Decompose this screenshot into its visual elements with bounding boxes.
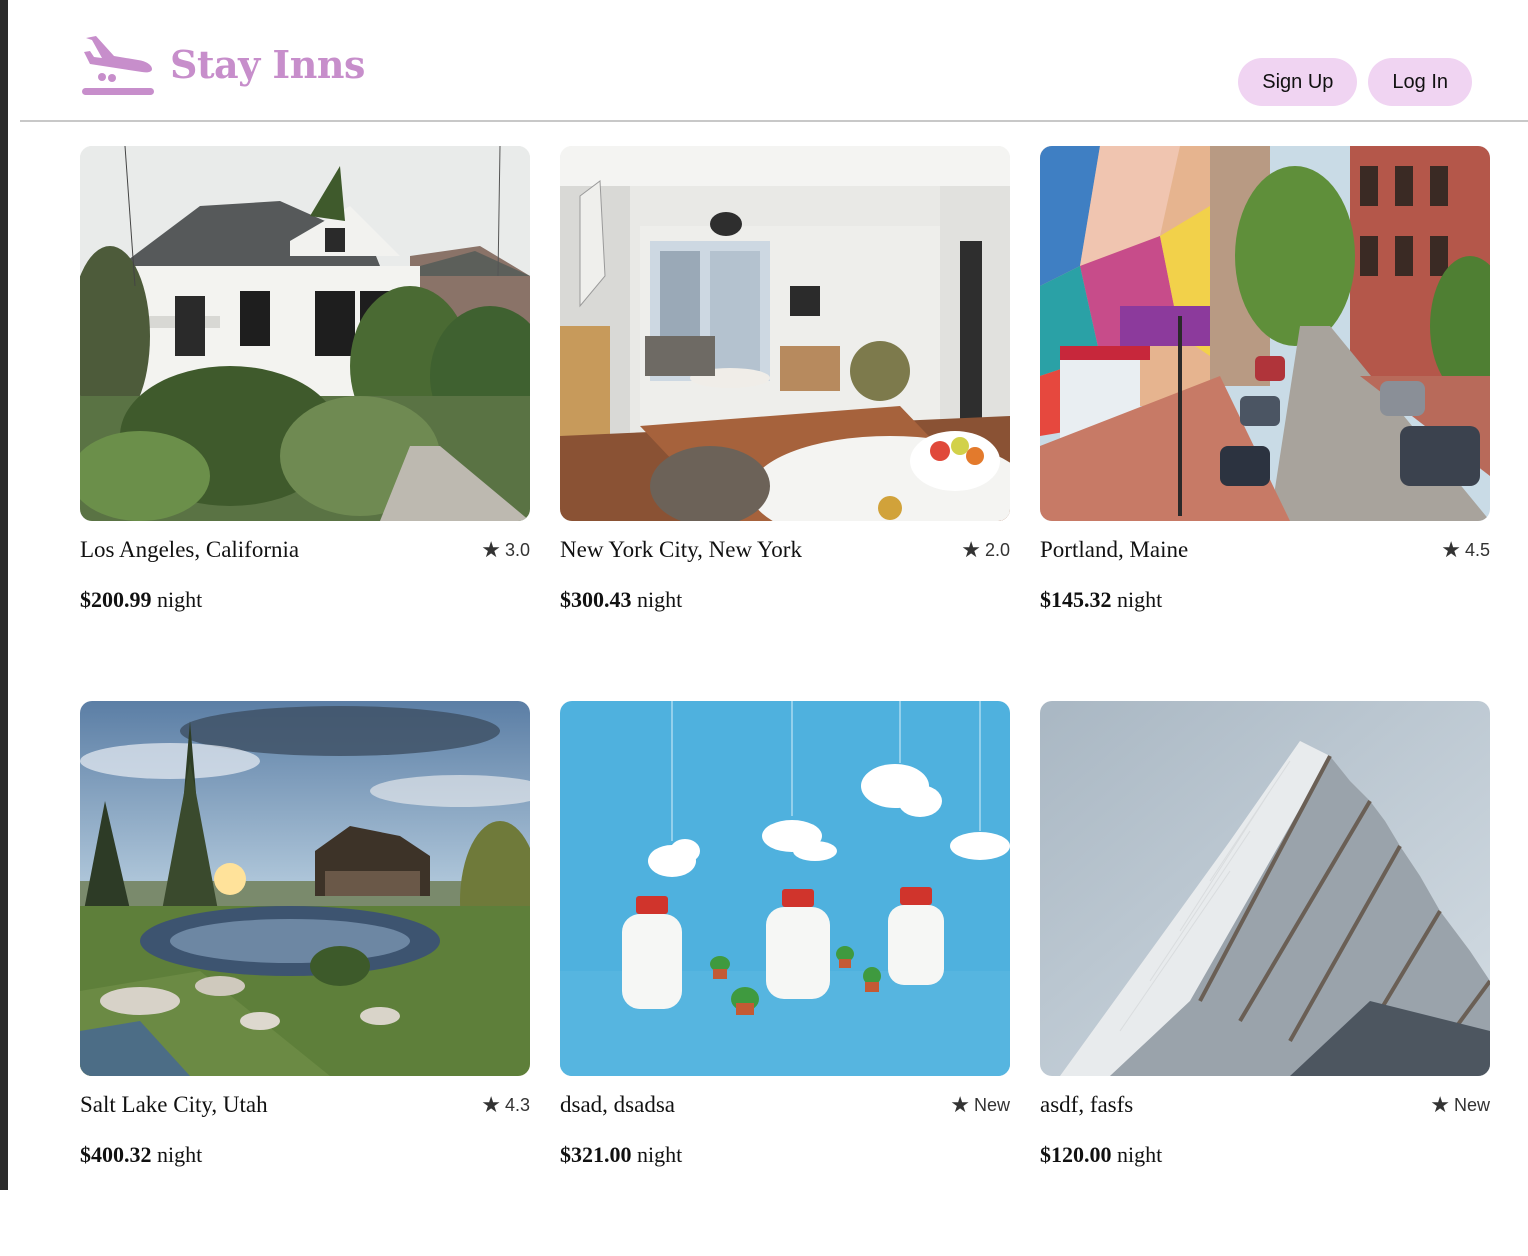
site-header: Stay Inns Sign Up Log In xyxy=(8,0,1528,122)
rating-value: New xyxy=(973,1094,1010,1115)
listing-price-row: $145.32 night xyxy=(1040,587,1490,613)
listing-card[interactable]: New York City, New York ★ 2.0 $300.43 ni… xyxy=(560,146,1010,701)
listing-rating: ★ 3.0 xyxy=(481,539,530,561)
rating-value: 4.3 xyxy=(504,1094,530,1115)
price-unit: night xyxy=(1117,587,1163,612)
price-unit: night xyxy=(157,1142,203,1167)
listing-price-row: $321.00 night xyxy=(560,1142,1010,1168)
listing-location: Salt Lake City, Utah xyxy=(80,1092,268,1117)
card-header: Salt Lake City, Utah ★ 4.3 xyxy=(80,1090,530,1120)
listing-price-row: $400.32 night xyxy=(80,1142,530,1168)
listing-location: Los Angeles, California xyxy=(80,537,300,562)
listing-price-row: $120.00 night xyxy=(1040,1142,1490,1168)
card-header: asdf, fasfs ★ New xyxy=(1040,1090,1490,1120)
star-icon: ★ xyxy=(950,1092,970,1117)
rating-value: New xyxy=(1453,1094,1490,1115)
apartment-interior-photo xyxy=(560,146,1010,521)
price-unit: night xyxy=(1117,1142,1163,1167)
listing-rating: ★ New xyxy=(950,1094,1010,1116)
listing-rating: ★ New xyxy=(1430,1094,1490,1116)
rating-value: 4.5 xyxy=(1464,539,1490,560)
listings-grid: Los Angeles, California ★ 3.0 $200.99 ni… xyxy=(80,146,1490,1256)
card-header: New York City, New York ★ 2.0 xyxy=(560,535,1010,565)
listing-location: asdf, fasfs xyxy=(1040,1092,1134,1117)
card-header: Los Angeles, California ★ 3.0 xyxy=(80,535,530,565)
home-logo-link[interactable]: Stay Inns xyxy=(80,34,365,98)
listing-card[interactable]: dsad, dsadsa ★ New $321.00 night xyxy=(560,701,1010,1256)
listing-price: $321.00 xyxy=(560,1142,632,1167)
star-icon: ★ xyxy=(1441,537,1461,562)
price-unit: night xyxy=(157,587,203,612)
listing-rating: ★ 4.3 xyxy=(481,1094,530,1116)
listing-rating: ★ 4.5 xyxy=(1441,539,1490,561)
sign-up-button[interactable]: Sign Up xyxy=(1238,58,1358,106)
listing-price: $145.32 xyxy=(1040,587,1112,612)
price-unit: night xyxy=(637,1142,683,1167)
page: Stay Inns Sign Up Log In Los Angeles, Ca… xyxy=(8,0,1528,1190)
listing-price: $300.43 xyxy=(560,587,632,612)
airplane-landing-icon xyxy=(82,36,154,95)
card-header: dsad, dsadsa ★ New xyxy=(560,1090,1010,1120)
listing-price: $120.00 xyxy=(1040,1142,1112,1167)
log-in-button[interactable]: Log In xyxy=(1368,58,1472,106)
listing-rating: ★ 2.0 xyxy=(961,539,1010,561)
listing-card[interactable]: asdf, fasfs ★ New $120.00 night xyxy=(1040,701,1490,1256)
auth-buttons: Sign Up Log In xyxy=(1238,58,1472,106)
victorian-house-photo xyxy=(80,146,530,521)
listing-price-row: $200.99 night xyxy=(80,587,530,613)
star-icon: ★ xyxy=(481,537,501,562)
listing-location: Portland, Maine xyxy=(1040,537,1189,562)
window-edge xyxy=(0,0,8,1190)
price-unit: night xyxy=(637,587,683,612)
listing-card[interactable]: Los Angeles, California ★ 3.0 $200.99 ni… xyxy=(80,146,530,701)
star-icon: ★ xyxy=(481,1092,501,1117)
card-header: Portland, Maine ★ 4.5 xyxy=(1040,535,1490,565)
lodge-pond-sunset-photo xyxy=(80,701,530,1076)
header-divider xyxy=(20,120,1528,122)
star-icon: ★ xyxy=(961,537,981,562)
milk-bottles-clouds-photo xyxy=(560,701,1010,1076)
star-icon: ★ xyxy=(1430,1092,1450,1117)
listing-card[interactable]: Portland, Maine ★ 4.5 $145.32 night xyxy=(1040,146,1490,701)
listing-price: $200.99 xyxy=(80,587,152,612)
rating-value: 2.0 xyxy=(984,539,1010,560)
listing-location: New York City, New York xyxy=(560,537,802,562)
listing-price-row: $300.43 night xyxy=(560,587,1010,613)
listing-location: dsad, dsadsa xyxy=(560,1092,675,1117)
rating-value: 3.0 xyxy=(504,539,530,560)
listing-price: $400.32 xyxy=(80,1142,152,1167)
modern-skyscraper-photo xyxy=(1040,701,1490,1076)
listing-card[interactable]: Salt Lake City, Utah ★ 4.3 $400.32 night xyxy=(80,701,530,1256)
brand-name: Stay Inns xyxy=(170,41,365,87)
city-street-mural-photo xyxy=(1040,146,1490,521)
